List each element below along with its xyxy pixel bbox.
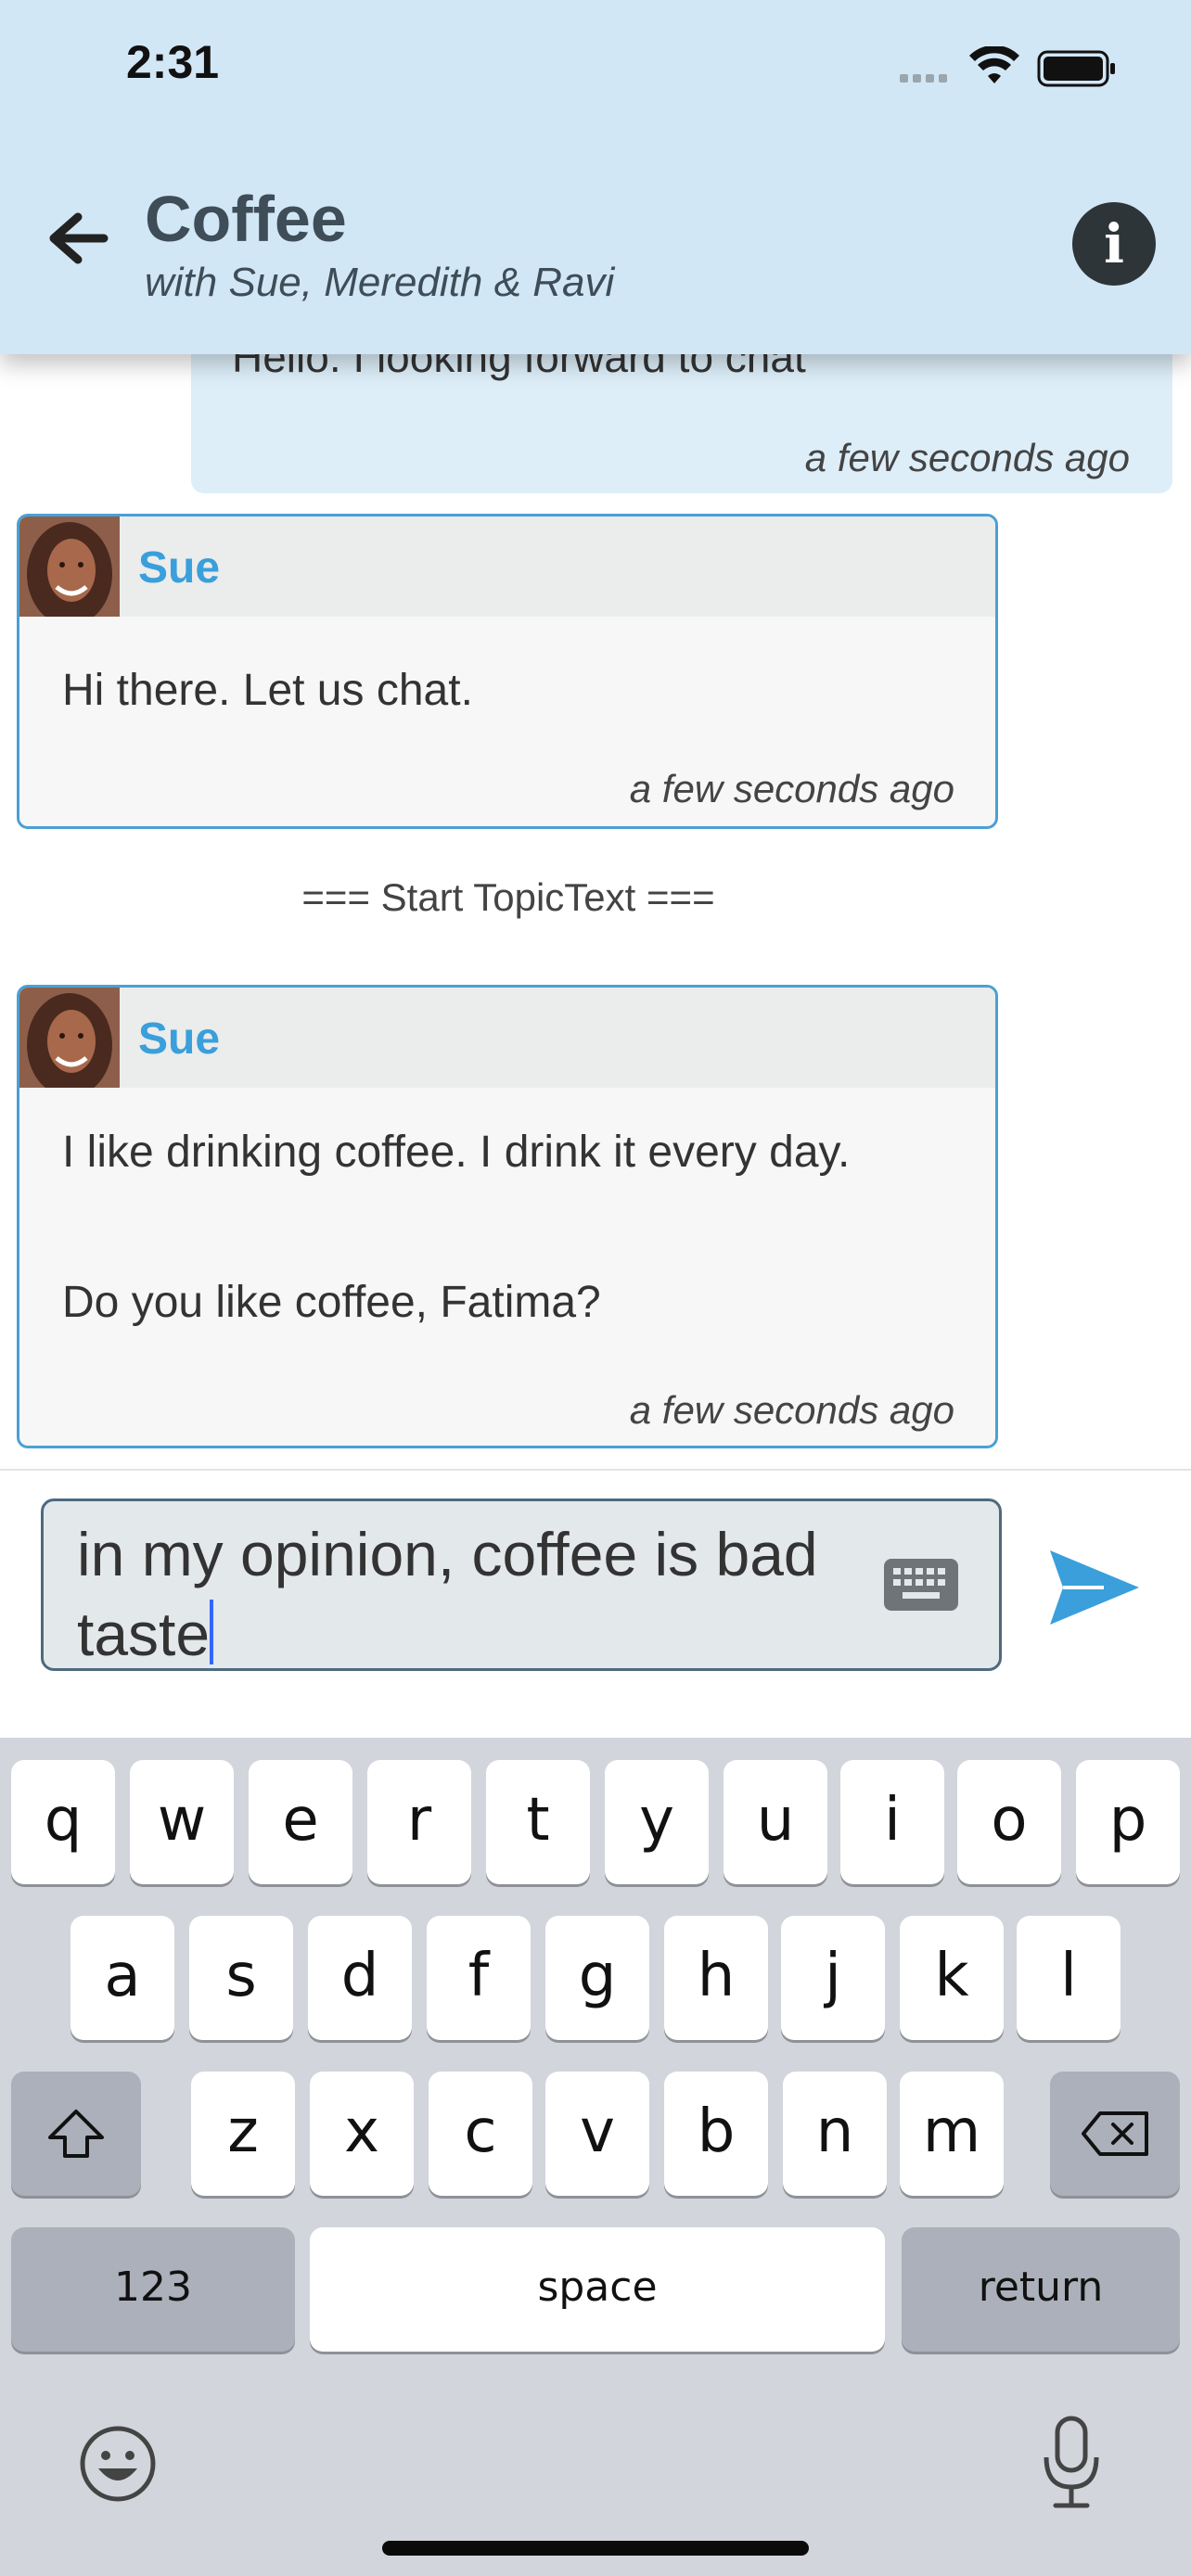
message-input[interactable]: in my opinion, coffee is bad taste [41, 1498, 1002, 1671]
space-key[interactable]: space [310, 2227, 885, 2352]
key-b[interactable]: b [664, 2072, 768, 2196]
shift-icon [48, 2110, 104, 2158]
key-t[interactable]: t [486, 1760, 590, 1884]
key-w[interactable]: w [130, 1760, 234, 1884]
home-indicator [382, 2541, 809, 2556]
key-p[interactable]: p [1076, 1760, 1180, 1884]
key-m[interactable]: m [900, 2072, 1004, 2196]
backspace-icon [1082, 2111, 1148, 2156]
key-x[interactable]: x [310, 2072, 414, 2196]
key-y[interactable]: y [605, 1760, 709, 1884]
emoji-icon[interactable] [78, 2424, 158, 2504]
backspace-key[interactable] [1050, 2072, 1180, 2196]
key-n[interactable]: n [783, 2072, 887, 2196]
message-header: Sue [19, 988, 995, 1088]
message-timestamp: a few seconds ago [629, 767, 954, 810]
microphone-icon[interactable] [1039, 2415, 1104, 2511]
key-q[interactable]: q [11, 1760, 115, 1884]
cellular-signal-icon [900, 70, 952, 87]
message-card: Sue Hi there. Let us chat. a few seconds… [17, 514, 998, 829]
key-o[interactable]: o [957, 1760, 1061, 1884]
message-timestamp: a few seconds ago [629, 1388, 954, 1432]
message-timestamp: a few seconds ago [804, 436, 1130, 479]
status-time: 2:31 [126, 36, 220, 88]
key-e[interactable]: e [249, 1760, 352, 1884]
message-text: I like drinking coffee. I drink it every… [62, 1128, 851, 1177]
battery-icon [1037, 50, 1115, 87]
conversation-participants: with Sue, Meredith & Ravi [145, 260, 615, 305]
wifi-icon [969, 46, 1019, 83]
message-header: Sue [19, 516, 995, 617]
message-text: Do you like coffee, Fatima? [62, 1278, 601, 1327]
text-caret [210, 1600, 214, 1664]
back-arrow-icon[interactable] [46, 206, 111, 271]
chat-header: 2:31 Coffee with Sue, Meredith & Ravi i [0, 0, 1191, 354]
return-key[interactable]: return [902, 2227, 1180, 2352]
avatar [19, 516, 120, 617]
conversation-title: Coffee [145, 183, 347, 255]
key-d[interactable]: d [308, 1916, 412, 2040]
onscreen-keyboard: q w e r t y u i o p a s d f g h j k l z … [0, 1738, 1191, 2576]
key-z[interactable]: z [191, 2072, 295, 2196]
composer-bar: in my opinion, coffee is bad taste [0, 1469, 1191, 1740]
key-s[interactable]: s [189, 1916, 293, 2040]
keyboard-icon[interactable] [882, 1557, 960, 1613]
key-f[interactable]: f [427, 1916, 531, 2040]
key-j[interactable]: j [781, 1916, 885, 2040]
key-i[interactable]: i [840, 1760, 944, 1884]
key-g[interactable]: g [545, 1916, 649, 2040]
numbers-key[interactable]: 123 [11, 2227, 295, 2352]
key-k[interactable]: k [900, 1916, 1004, 2040]
info-icon: i [1103, 212, 1125, 275]
shift-key[interactable] [11, 2072, 141, 2196]
sender-name: Sue [138, 1014, 221, 1064]
info-button[interactable]: i [1072, 202, 1156, 286]
avatar [19, 988, 120, 1088]
key-u[interactable]: u [724, 1760, 827, 1884]
key-r[interactable]: r [367, 1760, 471, 1884]
key-c[interactable]: c [429, 2072, 532, 2196]
topic-divider: === Start TopicText === [301, 875, 715, 919]
sender-name: Sue [138, 543, 221, 593]
message-text: Hi there. Let us chat. [62, 666, 473, 715]
message-card: Sue I like drinking coffee. I drink it e… [17, 985, 998, 1448]
key-l[interactable]: l [1017, 1916, 1121, 2040]
send-icon[interactable] [1048, 1549, 1141, 1626]
key-v[interactable]: v [545, 2072, 649, 2196]
message-input-text[interactable]: in my opinion, coffee is bad taste [77, 1514, 893, 1674]
key-h[interactable]: h [664, 1916, 768, 2040]
key-a[interactable]: a [70, 1916, 174, 2040]
